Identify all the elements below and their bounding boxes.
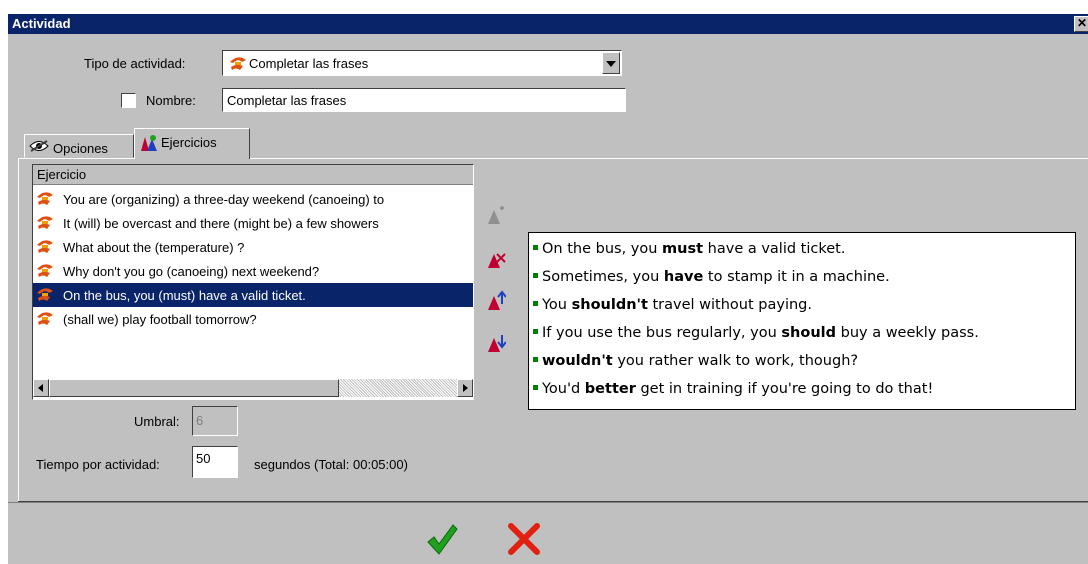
preview-pre: You — [542, 297, 572, 313]
name-field[interactable]: Completar las frases — [222, 88, 626, 112]
preview-line: Sometimes, you have to stamp it in a mac… — [533, 269, 890, 285]
window-title: Actividad — [12, 16, 71, 31]
list-item[interactable]: It (will) be overcast and there (might b… — [33, 211, 473, 235]
list-item-text: On the bus, you (must) have a valid tick… — [63, 288, 306, 303]
preview-post: have a valid ticket. — [703, 241, 846, 257]
cancel-button[interactable] — [508, 522, 540, 556]
exercises-icon — [139, 133, 159, 156]
preview-line: You shouldn't travel without paying. — [533, 297, 812, 313]
column-header-exercise: Ejercicio — [37, 167, 87, 182]
tab-exercises[interactable]: Ejercicios — [134, 128, 250, 159]
sentence-preview: On the bus, you must have a valid ticket… — [528, 232, 1076, 410]
preview-post: you rather walk to work, though? — [612, 353, 859, 369]
list-item-text: You are (organizing) a three-day weekend… — [63, 192, 385, 207]
tab-exercises-label: Ejercicios — [161, 135, 217, 150]
preview-line: If you use the bus regularly, you should… — [533, 325, 979, 341]
exercise-list[interactable]: Ejercicio You are (organizing) a three-d… — [32, 164, 474, 400]
threshold-field: 6 — [192, 406, 238, 436]
preview-post: to stamp it in a machine. — [703, 269, 890, 285]
complete-sentences-icon — [35, 190, 55, 211]
list-item-text: Why don't you go (canoeing) next weekend… — [63, 264, 320, 279]
threshold-label: Umbral: — [134, 414, 180, 429]
scroll-track[interactable] — [339, 379, 457, 397]
move-down-button[interactable] — [486, 332, 507, 354]
close-button[interactable]: ✕ — [1074, 16, 1088, 32]
move-up-button[interactable] — [486, 290, 507, 312]
list-item[interactable]: What about the (temperature) ? — [33, 235, 473, 259]
bullet-icon — [533, 356, 538, 362]
name-value: Completar las frases — [227, 93, 347, 108]
list-item-text: What about the (temperature) ? — [63, 240, 245, 255]
preview-answer: better — [584, 381, 636, 397]
complete-sentences-icon — [35, 310, 55, 331]
tab-options[interactable]: Opciones — [24, 134, 134, 158]
cross-icon — [508, 523, 540, 555]
scroll-left-button[interactable] — [33, 379, 49, 397]
time-label: Tiempo por actividad: — [36, 457, 160, 472]
activity-type-select[interactable]: Completar las frases — [222, 50, 622, 76]
threshold-value: 6 — [196, 413, 204, 428]
preview-pre: On the bus, you — [542, 241, 663, 257]
name-label: Nombre: — [146, 93, 196, 108]
add-exercise-button[interactable] — [486, 204, 506, 226]
preview-pre: You'd — [542, 381, 585, 397]
preview-answer: wouldn't — [542, 353, 613, 369]
delete-exercise-button[interactable] — [486, 248, 506, 270]
bottom-separator — [8, 502, 1088, 503]
ok-button[interactable] — [426, 522, 458, 556]
time-per-activity-field[interactable]: 50 — [192, 446, 238, 478]
time-total-label: segundos (Total: 00:05:00) — [254, 457, 408, 472]
bullet-icon — [533, 272, 538, 278]
preview-answer: shouldn't — [571, 297, 648, 313]
complete-sentences-icon — [35, 286, 55, 307]
preview-line: You'd better get in training if you're g… — [533, 381, 933, 397]
chevron-down-icon[interactable] — [602, 52, 620, 74]
scroll-right-button[interactable] — [457, 379, 473, 397]
list-item-text: (shall we) play football tomorrow? — [63, 312, 257, 327]
activity-type-label: Tipo de actividad: — [84, 56, 186, 71]
preview-answer: should — [781, 325, 836, 341]
preview-answer: have — [663, 269, 704, 285]
bullet-icon — [533, 300, 538, 306]
preview-line: wouldn't you rather walk to work, though… — [533, 353, 858, 369]
bullet-icon — [533, 384, 538, 390]
time-value: 50 — [196, 451, 211, 466]
preview-pre: Sometimes, you — [542, 269, 664, 285]
complete-sentences-icon — [35, 214, 55, 235]
list-item-text: It (will) be overcast and there (might b… — [63, 216, 379, 231]
scroll-thumb[interactable] — [49, 379, 339, 397]
list-item[interactable]: (shall we) play football tomorrow? — [33, 307, 473, 331]
bullet-icon — [533, 244, 538, 250]
title-bar[interactable]: Actividad ✕ — [8, 14, 1088, 34]
preview-post: buy a weekly pass. — [836, 325, 979, 341]
list-item[interactable]: You are (organizing) a three-day weekend… — [33, 187, 473, 211]
list-item[interactable]: Why don't you go (canoeing) next weekend… — [33, 259, 473, 283]
complete-sentences-icon — [35, 262, 55, 283]
list-item[interactable]: On the bus, you (must) have a valid tick… — [33, 283, 473, 307]
eye-icon — [29, 139, 49, 156]
horizontal-scrollbar[interactable] — [33, 379, 473, 397]
preview-line: On the bus, you must have a valid ticket… — [533, 241, 845, 257]
preview-post: get in training if you're going to do th… — [635, 381, 934, 397]
list-column-header[interactable]: Ejercicio — [33, 165, 473, 185]
preview-pre: If you use the bus regularly, you — [542, 325, 782, 341]
activity-dialog: Actividad ✕ Tipo de actividad: Completar… — [8, 14, 1088, 564]
complete-sentences-icon — [35, 238, 55, 259]
checkmark-icon — [427, 524, 458, 555]
preview-answer: must — [662, 241, 704, 257]
preview-post: travel without paying. — [647, 297, 812, 313]
activity-type-value: Completar las frases — [249, 56, 369, 71]
tab-options-label: Opciones — [53, 141, 108, 156]
name-checkbox[interactable] — [121, 93, 136, 108]
complete-sentences-icon — [228, 54, 248, 77]
bullet-icon — [533, 328, 538, 334]
